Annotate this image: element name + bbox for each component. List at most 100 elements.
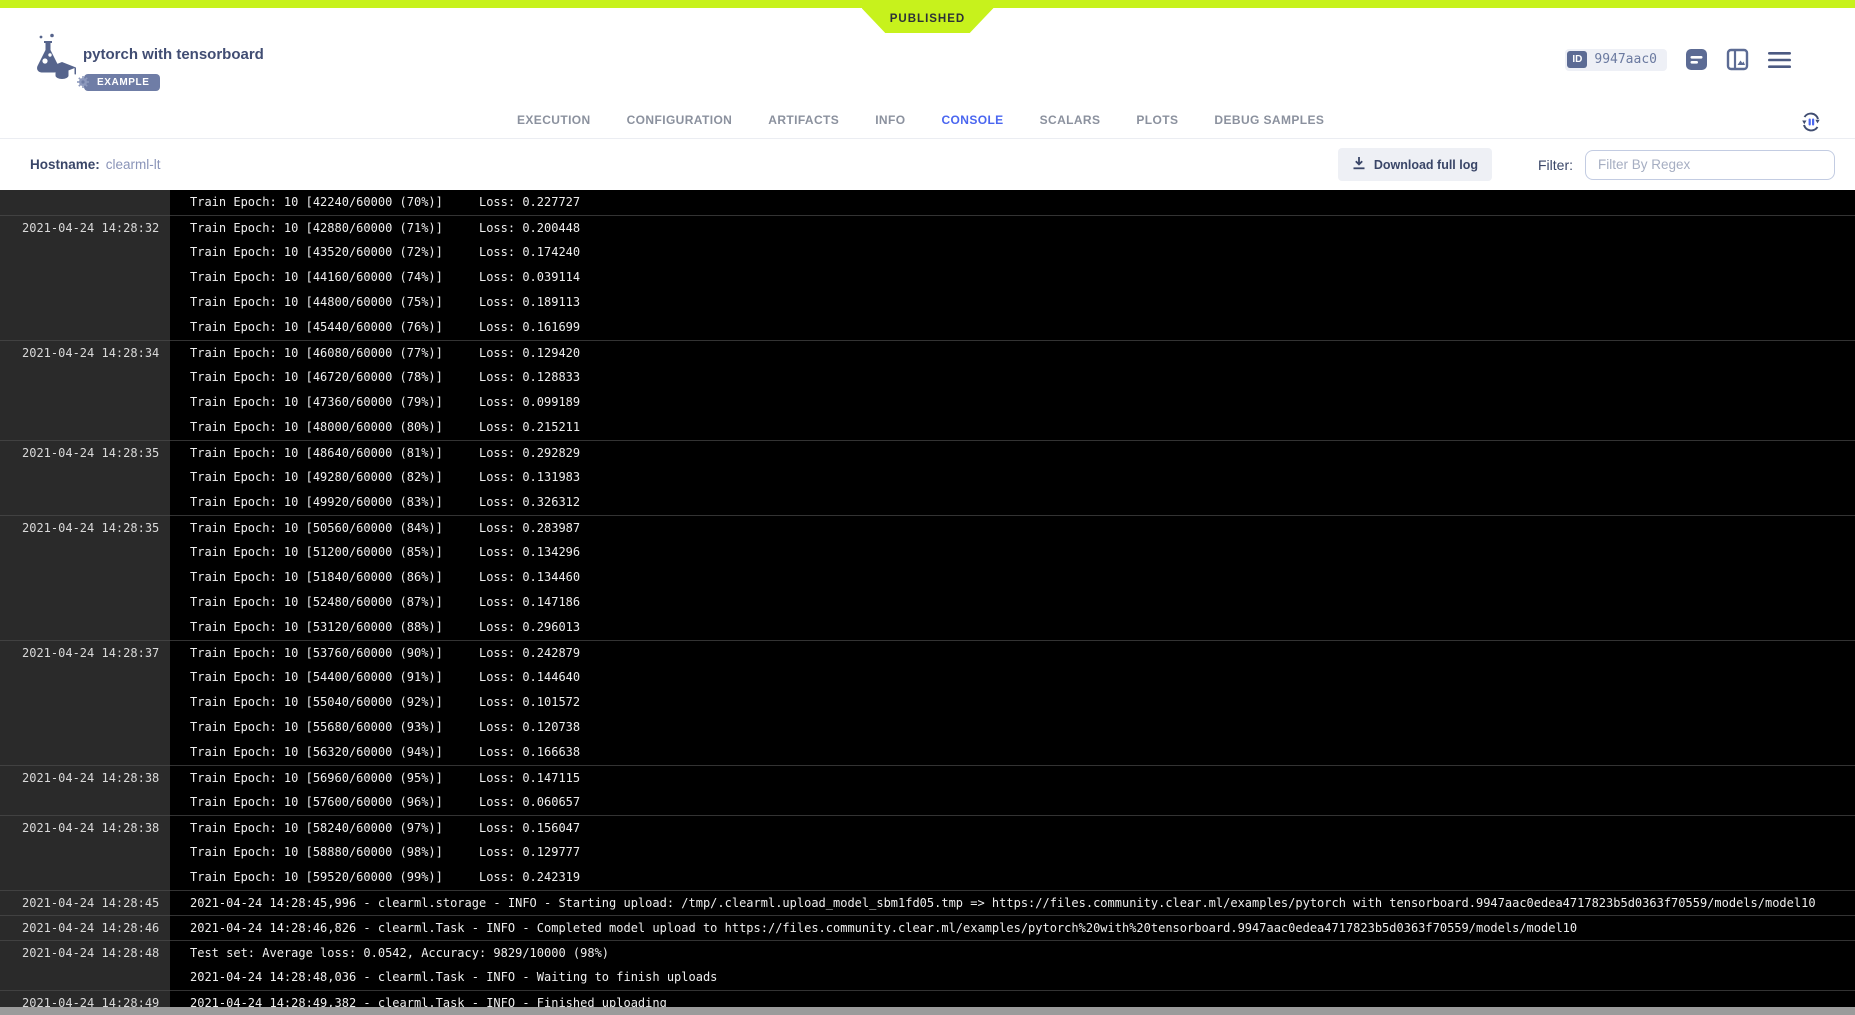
log-line-text: 2021-04-24 14:28:45,996 - clearml.storag… — [170, 891, 1816, 915]
log-row: 2021-04-24 14:28:32Train Epoch: 10 [4288… — [0, 215, 1855, 240]
log-line-text: Train Epoch: 10 [46720/60000 (78%)] Loss… — [170, 365, 580, 390]
log-row: Train Epoch: 10 [49920/60000 (83%)] Loss… — [0, 490, 1855, 515]
hostname-label: Hostname: — [30, 157, 100, 172]
log-timestamp — [0, 690, 170, 715]
log-row: Train Epoch: 10 [42240/60000 (70%)] Loss… — [0, 190, 1855, 215]
log-timestamp — [0, 290, 170, 315]
log-row: Train Epoch: 10 [57600/60000 (96%)] Loss… — [0, 790, 1855, 815]
log-line-text: Train Epoch: 10 [49280/60000 (82%)] Loss… — [170, 465, 580, 490]
log-timestamp — [0, 315, 170, 340]
details-panel-icon[interactable] — [1726, 48, 1749, 71]
log-row: Train Epoch: 10 [43520/60000 (72%)] Loss… — [0, 240, 1855, 265]
log-timestamp — [0, 465, 170, 490]
log-line-text: Train Epoch: 10 [51200/60000 (85%)] Loss… — [170, 540, 580, 565]
log-timestamp — [0, 190, 170, 215]
log-row: Train Epoch: 10 [53120/60000 (88%)] Loss… — [0, 615, 1855, 640]
log-timestamp — [0, 665, 170, 690]
log-line-text: Train Epoch: 10 [50560/60000 (84%)] Loss… — [170, 516, 580, 540]
log-row: Train Epoch: 10 [44800/60000 (75%)] Loss… — [0, 290, 1855, 315]
log-row: Train Epoch: 10 [46720/60000 (78%)] Loss… — [0, 365, 1855, 390]
log-row: Train Epoch: 10 [55040/60000 (92%)] Loss… — [0, 690, 1855, 715]
log-line-text: Train Epoch: 10 [42240/60000 (70%)] Loss… — [170, 190, 580, 215]
log-timestamp: 2021-04-24 14:28:48 — [0, 940, 170, 965]
log-row: Train Epoch: 10 [56320/60000 (94%)] Loss… — [0, 740, 1855, 765]
log-line-text: Train Epoch: 10 [47360/60000 (79%)] Loss… — [170, 390, 580, 415]
task-detail-page: PUBLISHED pytorch with tensorboard — [0, 0, 1855, 1015]
log-row: Train Epoch: 10 [45440/60000 (76%)] Loss… — [0, 315, 1855, 340]
log-line-text: Train Epoch: 10 [44800/60000 (75%)] Loss… — [170, 290, 580, 315]
log-row: 2021-04-24 14:28:48Test set: Average los… — [0, 940, 1855, 965]
log-line-text: Train Epoch: 10 [42880/60000 (71%)] Loss… — [170, 216, 580, 240]
log-timestamp: 2021-04-24 14:28:34 — [0, 340, 170, 365]
log-row: Train Epoch: 10 [44160/60000 (74%)] Loss… — [0, 265, 1855, 290]
log-row: Train Epoch: 10 [55680/60000 (93%)] Loss… — [0, 715, 1855, 740]
log-line-text: Train Epoch: 10 [53760/60000 (90%)] Loss… — [170, 641, 580, 665]
log-row: 2021-04-24 14:28:48,036 - clearml.Task -… — [0, 965, 1855, 990]
log-line-text: 2021-04-24 14:28:48,036 - clearml.Task -… — [170, 965, 717, 990]
log-row: 2021-04-24 14:28:37Train Epoch: 10 [5376… — [0, 640, 1855, 665]
log-timestamp: 2021-04-24 14:28:45 — [0, 890, 170, 915]
log-timestamp: 2021-04-24 14:28:38 — [0, 815, 170, 840]
log-timestamp: 2021-04-24 14:28:38 — [0, 765, 170, 790]
download-full-log-button[interactable]: Download full log — [1338, 148, 1492, 181]
log-row: Train Epoch: 10 [54400/60000 (91%)] Loss… — [0, 665, 1855, 690]
filter-regex-input[interactable] — [1585, 150, 1835, 180]
id-tag: ID — [1567, 51, 1587, 68]
log-timestamp — [0, 590, 170, 615]
log-line-text: Train Epoch: 10 [57600/60000 (96%)] Loss… — [170, 790, 580, 815]
log-timestamp — [0, 565, 170, 590]
task-id-chip[interactable]: ID 9947aac0 — [1565, 49, 1667, 71]
log-timestamp — [0, 415, 170, 440]
log-row: 2021-04-24 14:28:462021-04-24 14:28:46,8… — [0, 915, 1855, 940]
log-line-text: Train Epoch: 10 [46080/60000 (77%)] Loss… — [170, 341, 580, 365]
log-line-text: Train Epoch: 10 [52480/60000 (87%)] Loss… — [170, 590, 580, 615]
gear-icon — [77, 76, 89, 91]
log-line-text: Train Epoch: 10 [51840/60000 (86%)] Loss… — [170, 565, 580, 590]
log-line-text: Train Epoch: 10 [44160/60000 (74%)] Loss… — [170, 265, 580, 290]
log-timestamp — [0, 715, 170, 740]
log-row: Train Epoch: 10 [47360/60000 (79%)] Loss… — [0, 390, 1855, 415]
log-line-text: Train Epoch: 10 [56320/60000 (94%)] Loss… — [170, 740, 580, 765]
task-details-icon[interactable] — [1685, 48, 1708, 71]
log-row: Train Epoch: 10 [48000/60000 (80%)] Loss… — [0, 415, 1855, 440]
log-timestamp — [0, 790, 170, 815]
log-row: 2021-04-24 14:28:35Train Epoch: 10 [4864… — [0, 440, 1855, 465]
log-row: 2021-04-24 14:28:38Train Epoch: 10 [5824… — [0, 815, 1855, 840]
log-row: Train Epoch: 10 [49280/60000 (82%)] Loss… — [0, 465, 1855, 490]
log-line-text: Train Epoch: 10 [54400/60000 (91%)] Loss… — [170, 665, 580, 690]
filter-label: Filter: — [1538, 157, 1573, 173]
auto-refresh-icon[interactable] — [1800, 111, 1822, 138]
example-badge: EXAMPLE — [84, 74, 160, 91]
log-line-text: Train Epoch: 10 [55680/60000 (93%)] Loss… — [170, 715, 580, 740]
status-color-strip — [0, 0, 1855, 8]
log-line-text: 2021-04-24 14:28:46,826 - clearml.Task -… — [170, 916, 1577, 940]
log-row: 2021-04-24 14:28:38Train Epoch: 10 [5696… — [0, 765, 1855, 790]
download-icon — [1352, 156, 1366, 173]
log-row: 2021-04-24 14:28:34Train Epoch: 10 [4608… — [0, 340, 1855, 365]
log-row: Train Epoch: 10 [59520/60000 (99%)] Loss… — [0, 865, 1855, 890]
log-line-text: Train Epoch: 10 [49920/60000 (83%)] Loss… — [170, 490, 580, 515]
log-timestamp — [0, 965, 170, 990]
log-line-text: Train Epoch: 10 [45440/60000 (76%)] Loss… — [170, 315, 580, 340]
log-timestamp — [0, 390, 170, 415]
experiment-flask-icon — [24, 33, 76, 90]
log-timestamp — [0, 265, 170, 290]
log-timestamp: 2021-04-24 14:28:37 — [0, 640, 170, 665]
log-line-text: Train Epoch: 10 [59520/60000 (99%)] Loss… — [170, 865, 580, 890]
log-timestamp — [0, 240, 170, 265]
example-badge-label: EXAMPLE — [97, 77, 150, 88]
log-line-text: Train Epoch: 10 [58880/60000 (98%)] Loss… — [170, 840, 580, 865]
menu-icon[interactable] — [1767, 51, 1792, 69]
header-actions: ID 9947aac0 — [1565, 48, 1792, 71]
log-timestamp: 2021-04-24 14:28:35 — [0, 440, 170, 465]
log-line-text: Train Epoch: 10 [48640/60000 (81%)] Loss… — [170, 441, 580, 465]
download-button-label: Download full log — [1374, 158, 1478, 172]
log-timestamp: 2021-04-24 14:28:32 — [0, 215, 170, 240]
log-timestamp — [0, 490, 170, 515]
console-log[interactable]: Train Epoch: 10 [42240/60000 (70%)] Loss… — [0, 190, 1855, 1015]
horizontal-scrollbar[interactable] — [0, 1007, 1855, 1015]
log-line-text: Train Epoch: 10 [56960/60000 (95%)] Loss… — [170, 766, 580, 790]
log-line-text: Train Epoch: 10 [43520/60000 (72%)] Loss… — [170, 240, 580, 265]
log-line-text: Train Epoch: 10 [58240/60000 (97%)] Loss… — [170, 816, 580, 840]
log-timestamp — [0, 740, 170, 765]
